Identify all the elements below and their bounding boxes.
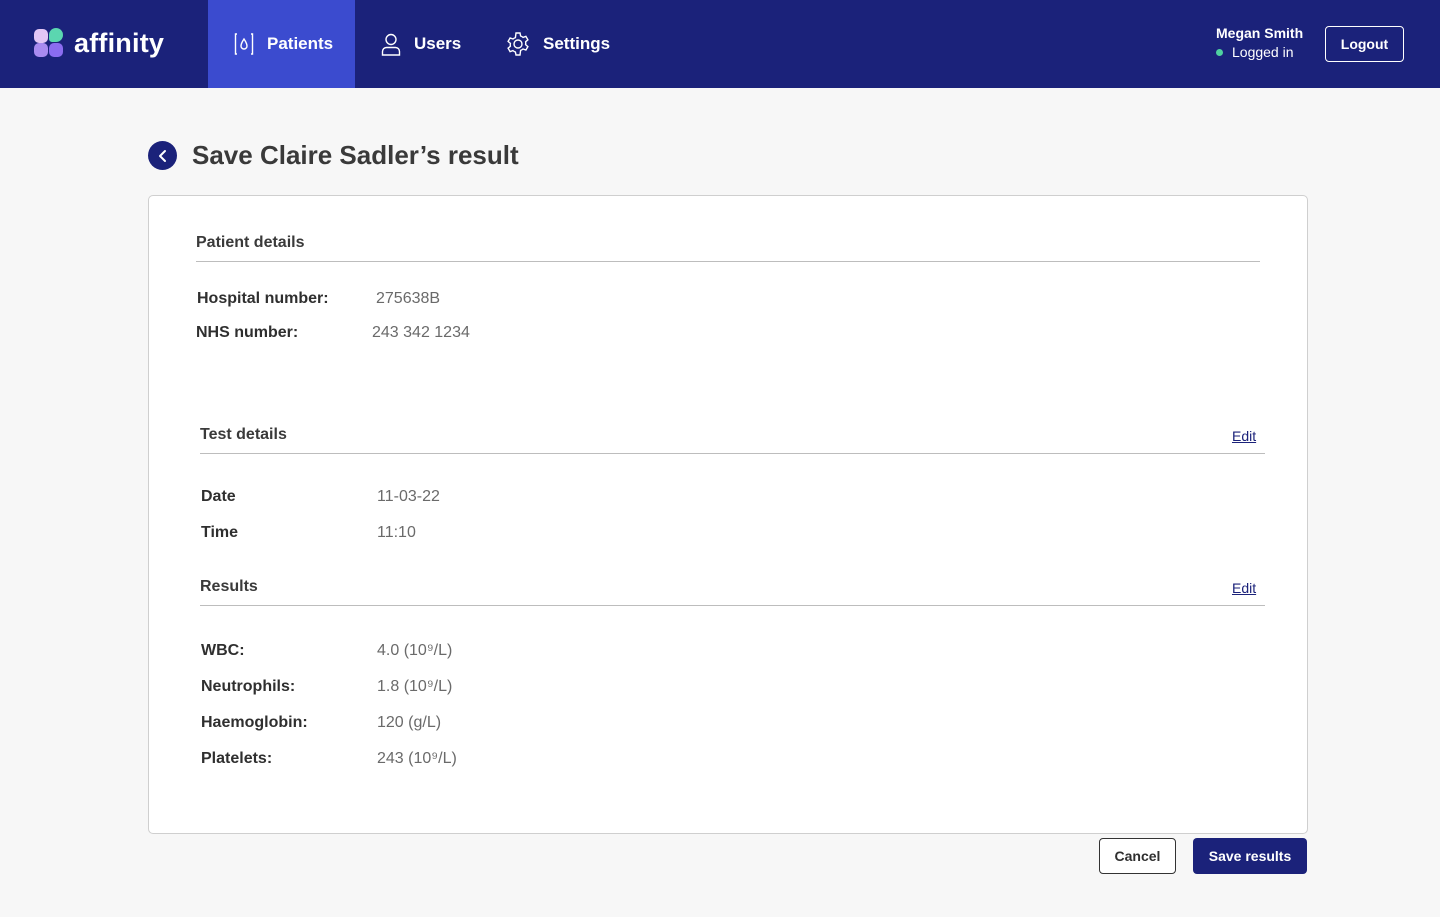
nav-item-users[interactable]: Users — [380, 0, 461, 88]
patients-drop-icon — [234, 33, 254, 55]
test-details-heading: Test details — [200, 426, 287, 443]
brand-name: affinity — [74, 27, 165, 58]
cancel-button[interactable]: Cancel — [1099, 838, 1176, 874]
time-label: Time — [201, 524, 239, 541]
nhs-number-label: NHS number: — [196, 324, 299, 341]
user-status-text: Logged in — [1232, 44, 1294, 60]
affinity-logo-icon — [34, 28, 64, 58]
hospital-number-label: Hospital number: — [197, 290, 329, 307]
result-value: 120 (g/L) — [377, 714, 442, 731]
chevron-left-icon — [158, 149, 166, 162]
divider — [196, 261, 1260, 262]
results-heading: Results — [200, 578, 258, 595]
user-icon — [381, 33, 401, 56]
nhs-number-value: 243 342 1234 — [372, 324, 470, 341]
edit-test-details-link[interactable]: Edit — [1232, 428, 1256, 444]
divider — [200, 453, 1265, 454]
result-label: WBC: — [201, 642, 245, 659]
hospital-number-value: 275638B — [376, 290, 441, 307]
edit-results-link[interactable]: Edit — [1232, 580, 1256, 596]
page-title: Save Claire Sadler’s result — [192, 140, 519, 170]
patient-details-heading: Patient details — [196, 234, 305, 251]
result-value: 243 (10⁹/L) — [377, 750, 457, 767]
nav-item-label: Users — [414, 34, 462, 53]
result-value: 4.0 (10⁹/L) — [377, 642, 453, 659]
save-results-button[interactable]: Save results — [1193, 838, 1307, 874]
user-status: Logged in — [1216, 44, 1303, 60]
result-summary-card: Patient details Hospital number: 275638B… — [148, 195, 1308, 834]
result-value: 1.8 (10⁹/L) — [377, 678, 453, 695]
date-label: Date — [201, 488, 236, 505]
result-label: Neutrophils: — [201, 678, 296, 695]
user-info: Megan Smith Logged in — [1216, 25, 1303, 60]
logout-button[interactable]: Logout — [1325, 26, 1404, 62]
online-status-icon — [1216, 48, 1223, 56]
nav-item-settings[interactable]: Settings — [505, 0, 610, 88]
nav-item-patients[interactable]: Patients — [208, 0, 355, 88]
date-value: 11-03-22 — [377, 488, 440, 505]
nav-item-label: Settings — [543, 34, 611, 53]
back-button[interactable] — [148, 141, 177, 170]
result-label: Haemoglobin: — [201, 714, 308, 731]
result-label: Platelets: — [201, 750, 273, 767]
gear-icon — [507, 32, 529, 56]
user-name: Megan Smith — [1216, 25, 1304, 41]
brand-logo[interactable]: affinity — [34, 27, 164, 59]
top-navigation-bar: affinity Patients Users Settings Megan S… — [0, 0, 1440, 88]
divider — [200, 605, 1265, 606]
nav-item-label: Patients — [267, 34, 334, 53]
time-value: 11:10 — [377, 524, 416, 541]
